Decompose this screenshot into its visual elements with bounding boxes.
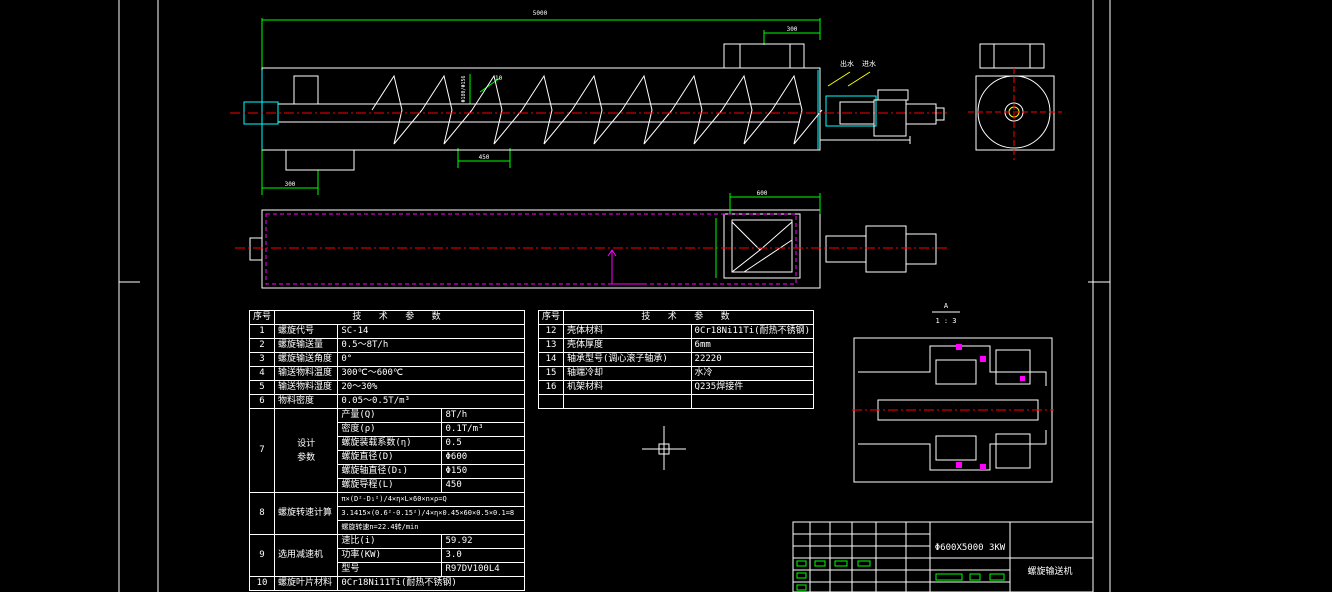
table-row: 8 螺旋转速计算 π×(D²-D₁²)/4×η×L×60×n×ρ=Q — [248, 492, 525, 535]
table-row: 6 物料密度 0.05～0.5T/m³ — [248, 394, 525, 409]
table-header-row: 序号 技 术 参 数 — [537, 310, 814, 325]
spiral-flight — [571, 74, 623, 145]
table-header: 技 术 参 数 — [274, 310, 525, 325]
table-row: 2 螺旋输送量 0.5～8T/h — [248, 338, 525, 353]
table-header: 技 术 参 数 — [563, 310, 814, 325]
title-block-small-cells — [796, 560, 1005, 591]
spiral-flight — [621, 74, 673, 145]
table-row: 12 壳体材料 0Cr18Ni11Ti(耐热不锈钢) — [537, 324, 815, 339]
table-row: 10 螺旋叶片材料 0Cr18Ni11Ti(耐热不锈钢) — [248, 576, 525, 591]
left-parameter-table: 序号 技 术 参 数 1 螺旋代号 SC-14 2 螺旋输送量 0.5～8T/h… — [248, 310, 525, 591]
plan-width-dim: 600 — [757, 190, 768, 197]
table-row: 1 螺旋代号 SC-14 — [248, 324, 525, 339]
table-row: 4 输送物料温度 300℃～600℃ — [248, 366, 525, 381]
callout-inlet-water: 进水 — [862, 59, 876, 68]
table-row — [537, 394, 815, 409]
spiral-flight — [371, 74, 423, 145]
design-params-label: 设计 参数 — [274, 408, 339, 493]
table-row: 3 螺旋输送角度 0° — [248, 352, 525, 367]
cad-cursor — [642, 426, 686, 470]
title-block-frame — [792, 521, 1094, 592]
table-row: 9 选用减速机 速比(i) 59.92 — [248, 534, 525, 577]
col-no-header: 序号 — [248, 310, 276, 325]
inlet-width-dim: 300 — [285, 181, 296, 188]
spiral-flight — [521, 74, 573, 145]
spiral-flight — [771, 74, 823, 145]
spiral-flight — [671, 74, 723, 145]
angle-dim: 10 — [495, 75, 503, 82]
table-row: 14 轴承型号(调心滚子轴承) 22220 — [537, 352, 815, 367]
title-block-model: Φ600X5000 3KW — [935, 543, 1006, 553]
table-row: 7 设计 参数 产量(Q) 8T/h — [248, 408, 525, 493]
table-header-row: 序号 技 术 参 数 — [248, 310, 525, 325]
table-row: 15 轴端冷却 水冷 — [537, 366, 815, 381]
section-letter: A — [944, 302, 949, 310]
overall-length-dim: 5000 — [533, 10, 548, 17]
drawing-canvas: 5000 300 300 450 10 Φ180/Φ156 出水 进水 600 … — [118, 0, 1111, 592]
table-row: 16 机架材料 Q235焊接件 — [537, 380, 815, 395]
right-parameter-table: 序号 技 术 参 数 12 壳体材料 0Cr18Ni11Ti(耐热不锈钢) 13… — [537, 310, 815, 409]
section-scale: 1 : 3 — [935, 317, 956, 325]
pitch-dim: 450 — [479, 154, 490, 161]
side-view — [968, 43, 1062, 160]
outlet-width-dim: 300 — [787, 26, 798, 33]
spiral-flight — [471, 74, 523, 145]
spiral-flight — [721, 74, 773, 145]
table-row: 13 壳体厚度 6mm — [537, 338, 815, 353]
title-block-title: 螺旋输送机 — [1027, 565, 1072, 577]
table-row: 5 输送物料湿度 20～30% — [248, 380, 525, 395]
plan-view: 600 — [235, 190, 950, 289]
col-no-header: 序号 — [537, 310, 565, 325]
tube-dia-dim: Φ180/Φ156 — [461, 75, 467, 102]
front-view: 5000 300 300 450 10 Φ180/Φ156 出水 进水 — [230, 10, 950, 195]
detail-a: A 1 : 3 — [852, 302, 1054, 483]
callout-outlet-water: 出水 — [840, 59, 854, 68]
